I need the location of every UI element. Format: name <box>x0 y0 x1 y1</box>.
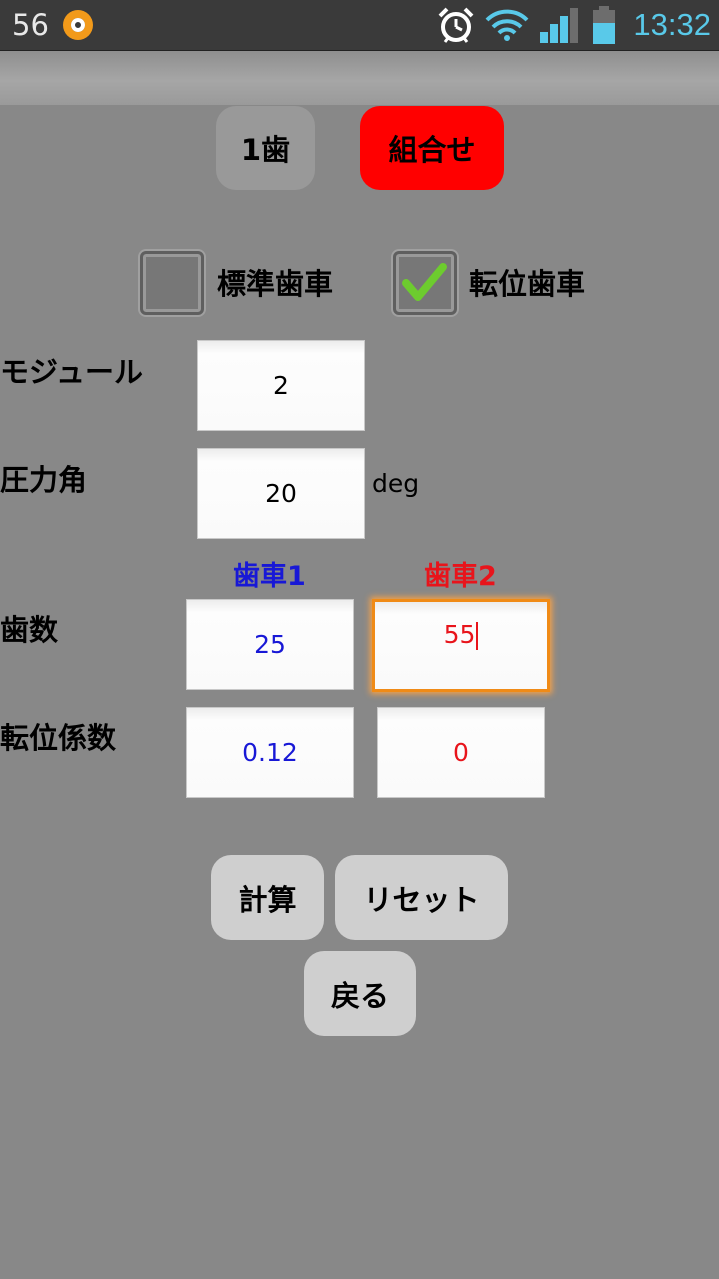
notification-count: 56 <box>12 8 49 42</box>
text-caret <box>476 622 479 650</box>
title-band <box>0 51 719 105</box>
standard-gear-checkbox[interactable] <box>140 251 204 315</box>
gear1-shift-input[interactable] <box>186 707 354 798</box>
alarm-clock-icon <box>439 7 474 43</box>
pressure-angle-unit: deg <box>372 469 420 498</box>
tab-combination[interactable]: 組合せ <box>360 106 504 190</box>
back-button[interactable]: 戻る <box>304 951 416 1036</box>
teeth-count-label: 歯数 <box>0 613 59 647</box>
cell-signal-icon <box>540 8 579 43</box>
gear2-header: 歯車2 <box>424 561 497 592</box>
pressure-angle-input[interactable] <box>197 448 365 539</box>
shifted-gear-label: 転位歯車 <box>469 267 586 301</box>
status-left: 56 <box>12 6 93 44</box>
status-bar: 56 13:32 <box>0 0 719 51</box>
gear2-teeth-input[interactable]: 55 <box>372 599 550 692</box>
pressure-angle-label: 圧力角 <box>0 463 88 497</box>
tab-single-tooth[interactable]: 1歯 <box>216 106 315 190</box>
gear2-shift-input[interactable] <box>377 707 545 798</box>
status-right: 13:32 <box>437 4 711 46</box>
app-notification-icon <box>62 10 93 40</box>
module-input[interactable] <box>197 340 365 431</box>
gear2-teeth-value: 55 <box>443 620 476 649</box>
shift-coefficient-label: 転位係数 <box>0 721 117 755</box>
wifi-icon <box>485 9 529 41</box>
calculate-button[interactable]: 計算 <box>211 855 324 940</box>
module-label: モジュール <box>0 355 143 389</box>
shifted-gear-checkbox[interactable] <box>393 251 457 315</box>
checkmark-icon <box>402 263 447 301</box>
standard-gear-label: 標準歯車 <box>217 267 334 301</box>
gear1-header: 歯車1 <box>233 561 306 592</box>
clock: 13:32 <box>633 7 711 42</box>
battery-icon <box>593 6 616 44</box>
reset-button[interactable]: リセット <box>335 855 508 940</box>
gear1-teeth-input[interactable] <box>186 599 354 690</box>
